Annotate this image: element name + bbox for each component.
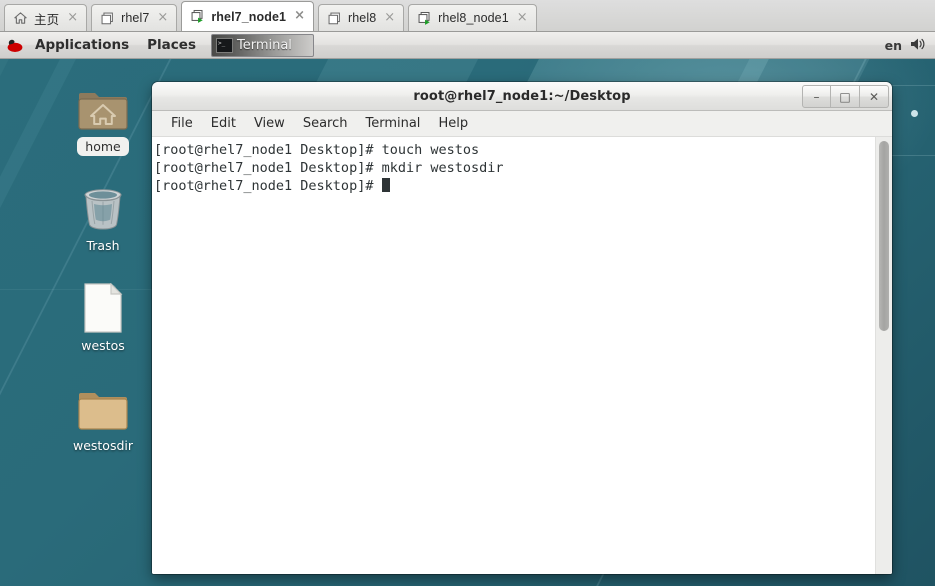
tab-label: rhel7_node1 [211, 9, 287, 24]
minimize-button[interactable]: – [802, 85, 831, 108]
terminal-scrollbar[interactable] [875, 137, 892, 574]
folder-icon [57, 381, 149, 433]
svg-text:>_: >_ [218, 40, 226, 47]
tab-zhuye[interactable]: 主页 × [4, 4, 88, 31]
vm-icon [100, 11, 115, 26]
window-list-button-terminal[interactable]: >_ Terminal [210, 33, 314, 57]
tab-close-icon[interactable]: × [155, 11, 170, 26]
menu-file[interactable]: File [162, 111, 202, 137]
terminal-scrollbar-thumb[interactable] [879, 141, 889, 331]
tab-rhel7-node1[interactable]: rhel7_node1 × [181, 1, 314, 31]
terminal-title: root@rhel7_node1:~/Desktop [413, 88, 631, 104]
wallpaper-highlight-dot [911, 110, 918, 117]
file-icon [57, 281, 149, 333]
terminal-body[interactable]: [root@rhel7_node1 Desktop]# touch westos… [152, 137, 892, 574]
home-folder-icon [57, 81, 149, 133]
desktop-icon-label: Trash [57, 233, 149, 254]
desktop-icon-label-text: Trash [86, 238, 120, 253]
tab-close-icon[interactable]: × [65, 11, 80, 26]
tab-label: rhel8_node1 [438, 11, 509, 25]
menu-edit[interactable]: Edit [202, 111, 245, 137]
tab-label: rhel8 [347, 11, 377, 25]
desktop-icon-label: home [57, 133, 149, 156]
redhat-logo-icon[interactable] [6, 36, 24, 54]
maximize-button[interactable]: □ [831, 85, 860, 108]
desktop-icon-label: westosdir [57, 433, 149, 454]
terminal-line: [root@rhel7_node1 Desktop]# touch westos [154, 142, 480, 158]
terminal-prompt-line: [root@rhel7_node1 Desktop]# [154, 177, 875, 195]
menu-terminal[interactable]: Terminal [356, 111, 429, 137]
terminal-cursor [381, 178, 390, 192]
vm-running-icon [190, 9, 205, 24]
tab-close-icon[interactable]: × [382, 11, 397, 26]
tab-close-icon[interactable]: × [515, 11, 530, 26]
terminal-window[interactable]: root@rhel7_node1:~/Desktop – □ ✕ File Ed… [152, 82, 892, 574]
vm-manager-tabstrip: 主页 × rhel7 × rhel7_node1 × rhel8 × rhel8… [0, 0, 935, 32]
terminal-line: [root@rhel7_node1 Desktop]# mkdir westos… [154, 160, 504, 176]
desktop-icon-label-text: westosdir [72, 438, 134, 453]
applications-menu[interactable]: Applications [26, 32, 138, 59]
tab-close-icon[interactable]: × [292, 9, 307, 24]
window-list-button-label: Terminal [236, 37, 292, 53]
tab-label: rhel7 [121, 11, 150, 25]
desktop-icon-home[interactable]: home [57, 81, 149, 156]
desktop-icon-label-text: home [77, 137, 129, 156]
trash-icon [57, 181, 149, 233]
desktop-icon-westos[interactable]: westos [57, 281, 149, 354]
desktop-icon-westosdir[interactable]: westosdir [57, 381, 149, 454]
tab-rhel8[interactable]: rhel8 × [317, 4, 405, 31]
desktop-icon-label-text: westos [81, 338, 125, 353]
menu-help[interactable]: Help [429, 111, 477, 137]
terminal-output[interactable]: [root@rhel7_node1 Desktop]# touch westos… [152, 137, 875, 574]
panel-right-group: en [885, 36, 935, 55]
terminal-prompt: [root@rhel7_node1 Desktop]# [154, 178, 382, 194]
close-button[interactable]: ✕ [860, 85, 889, 108]
terminal-icon: >_ [215, 37, 233, 53]
volume-icon[interactable] [909, 36, 927, 55]
window-controls: – □ ✕ [802, 85, 889, 108]
vm-icon [327, 11, 342, 26]
tab-rhel7[interactable]: rhel7 × [91, 4, 178, 31]
places-menu[interactable]: Places [138, 32, 205, 59]
menu-view[interactable]: View [245, 111, 294, 137]
terminal-menubar: File Edit View Search Terminal Help [152, 111, 892, 137]
home-icon [13, 11, 28, 26]
desktop-icon-label: westos [57, 333, 149, 354]
keyboard-layout-indicator[interactable]: en [885, 38, 902, 53]
terminal-titlebar[interactable]: root@rhel7_node1:~/Desktop – □ ✕ [152, 82, 892, 111]
panel-left-group: Applications Places >_ Terminal [0, 32, 314, 59]
menu-search[interactable]: Search [294, 111, 357, 137]
vm-running-icon [417, 11, 432, 26]
tab-rhel8-node1[interactable]: rhel8_node1 × [408, 4, 537, 31]
gnome-top-panel: Applications Places >_ Terminal en [0, 32, 935, 59]
desktop-icon-trash[interactable]: Trash [57, 181, 149, 254]
tab-label: 主页 [34, 12, 60, 27]
